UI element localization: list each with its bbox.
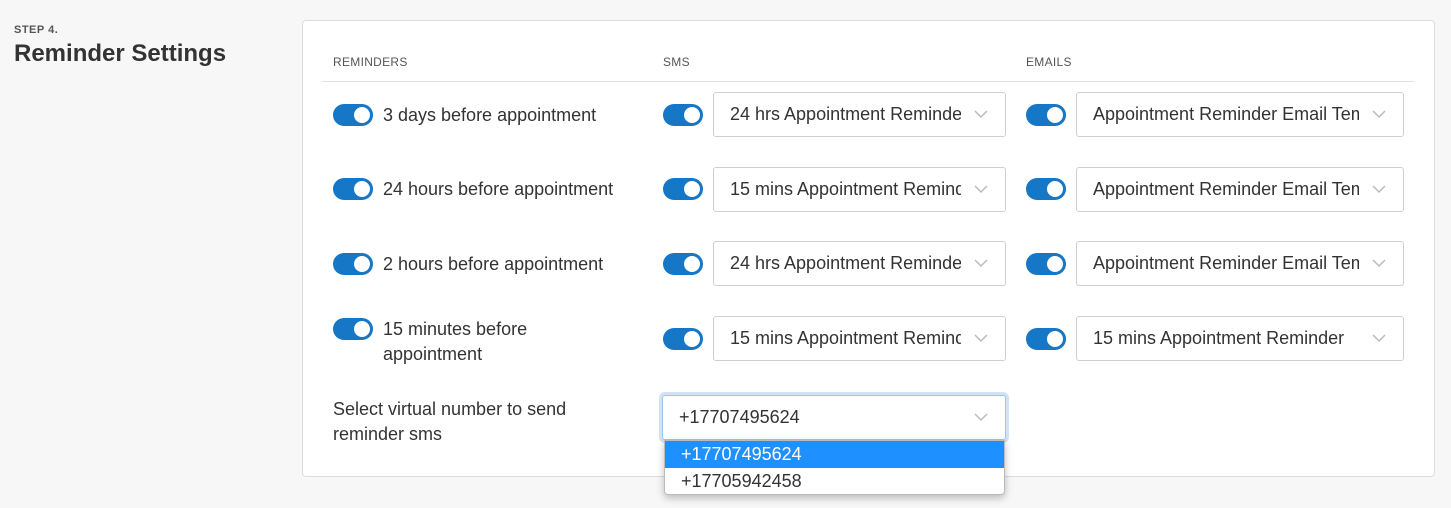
- reminder-toggle-2-hours[interactable]: [333, 253, 373, 275]
- toggle-knob: [684, 256, 700, 272]
- toggle-knob: [1047, 331, 1063, 347]
- column-header-emails: EMAILS: [1026, 55, 1072, 69]
- toggle-knob: [1047, 107, 1063, 123]
- virtual-number-select[interactable]: +17707495624: [662, 395, 1006, 440]
- email-template-select-3-days[interactable]: Appointment Reminder Email Template: [1076, 92, 1404, 137]
- section-title: Reminder Settings: [14, 40, 227, 67]
- reminder-toggle-15-minutes[interactable]: [333, 318, 373, 340]
- sms-toggle-24-hours[interactable]: [663, 178, 703, 200]
- select-value: Appointment Reminder Email Template: [1093, 104, 1359, 124]
- toggle-knob: [1047, 181, 1063, 197]
- header-divider: [322, 81, 1414, 82]
- reminder-label-2-hours: 2 hours before appointment: [383, 254, 604, 274]
- reminder-label-15-minutes: 15 minutes before appointment: [383, 319, 528, 364]
- toggle-knob: [354, 181, 370, 197]
- column-header-reminders: REMINDERS: [333, 55, 408, 69]
- toggle-knob: [1047, 256, 1063, 272]
- virtual-number-label: Select virtual number to send reminder s…: [333, 399, 567, 444]
- toggle-knob: [684, 181, 700, 197]
- select-value: 15 mins Appointment Reminder: [730, 179, 961, 199]
- toggle-knob: [684, 331, 700, 347]
- chevron-down-icon: [1372, 185, 1386, 194]
- email-toggle-15-minutes[interactable]: [1026, 328, 1066, 350]
- sms-toggle-15-minutes[interactable]: [663, 328, 703, 350]
- email-template-select-2-hours[interactable]: Appointment Reminder Email Template: [1076, 241, 1404, 286]
- select-value: 15 mins Appointment Reminder: [1093, 328, 1345, 348]
- virtual-number-dropdown: +17707495624 +17705942458: [664, 440, 1005, 495]
- reminder-label-24-hours: 24 hours before appointment: [383, 179, 614, 199]
- select-value: 24 hrs Appointment Reminder: [730, 104, 961, 124]
- reminder-toggle-3-days[interactable]: [333, 104, 373, 126]
- email-template-select-15-minutes[interactable]: 15 mins Appointment Reminder: [1076, 316, 1404, 361]
- toggle-knob: [354, 107, 370, 123]
- column-header-sms: SMS: [663, 55, 690, 69]
- sms-template-select-3-days[interactable]: 24 hrs Appointment Reminder: [713, 92, 1006, 137]
- toggle-knob: [684, 107, 700, 123]
- toggle-knob: [354, 256, 370, 272]
- toggle-knob: [354, 321, 370, 337]
- reminder-toggle-24-hours[interactable]: [333, 178, 373, 200]
- sms-toggle-3-days[interactable]: [663, 104, 703, 126]
- sms-template-select-15-minutes[interactable]: 15 mins Appointment Reminder: [713, 316, 1006, 361]
- chevron-down-icon: [1372, 259, 1386, 268]
- chevron-down-icon: [1372, 334, 1386, 343]
- select-value: 15 mins Appointment Reminder: [730, 328, 961, 348]
- step-label: STEP 4.: [14, 24, 59, 36]
- dropdown-option[interactable]: +17705942458: [665, 468, 1004, 494]
- select-value: +17707495624: [679, 407, 800, 427]
- email-template-select-24-hours[interactable]: Appointment Reminder Email Template: [1076, 167, 1404, 212]
- sms-template-select-24-hours[interactable]: 15 mins Appointment Reminder: [713, 167, 1006, 212]
- reminder-label-3-days: 3 days before appointment: [383, 105, 597, 125]
- email-toggle-24-hours[interactable]: [1026, 178, 1066, 200]
- email-toggle-2-hours[interactable]: [1026, 253, 1066, 275]
- select-value: Appointment Reminder Email Template: [1093, 179, 1359, 199]
- dropdown-option[interactable]: +17707495624: [665, 441, 1004, 468]
- email-toggle-3-days[interactable]: [1026, 104, 1066, 126]
- select-value: Appointment Reminder Email Template: [1093, 253, 1359, 273]
- sms-toggle-2-hours[interactable]: [663, 253, 703, 275]
- select-value: 24 hrs Appointment Reminder: [730, 253, 961, 273]
- chevron-down-icon: [974, 185, 988, 194]
- chevron-down-icon: [974, 413, 988, 422]
- chevron-down-icon: [1372, 110, 1386, 119]
- sms-template-select-2-hours[interactable]: 24 hrs Appointment Reminder: [713, 241, 1006, 286]
- chevron-down-icon: [974, 259, 988, 268]
- chevron-down-icon: [974, 110, 988, 119]
- chevron-down-icon: [974, 334, 988, 343]
